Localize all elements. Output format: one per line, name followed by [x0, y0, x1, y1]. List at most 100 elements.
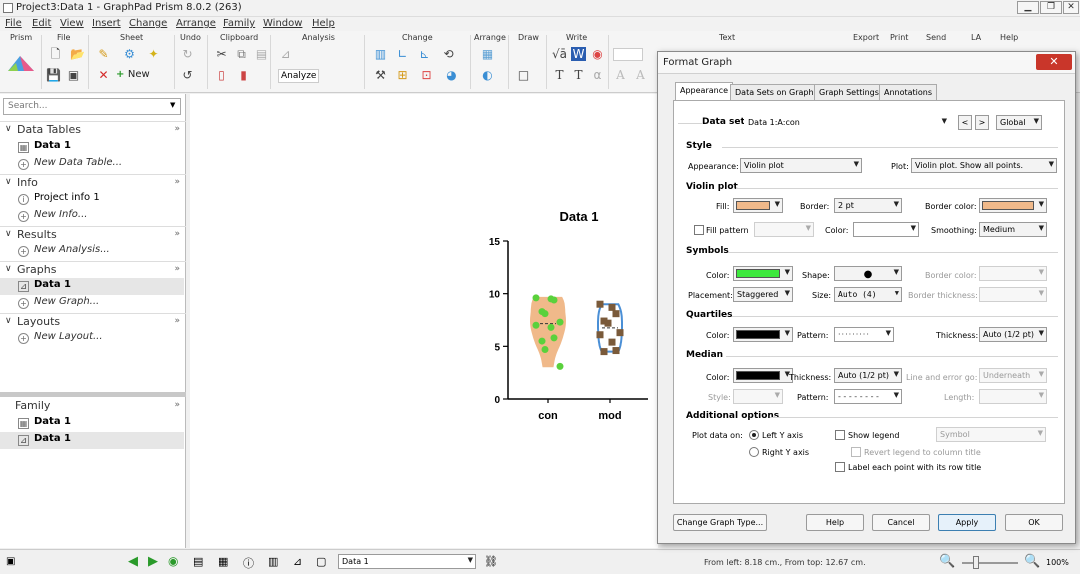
web-icon[interactable]: ◉: [590, 47, 605, 61]
revert-legend-checkbox[interactable]: [851, 447, 861, 457]
section-family[interactable]: Family »: [0, 398, 186, 415]
median-color-picker[interactable]: ▼: [733, 368, 793, 383]
paste-special-icon[interactable]: ▤: [254, 47, 269, 61]
copy-icon[interactable]: ⧉: [234, 47, 249, 61]
magic-wand-icon[interactable]: ⚒: [373, 68, 388, 82]
analysis-chart-icon[interactable]: ⊿: [278, 47, 293, 61]
scale-icon[interactable]: ⊾: [417, 47, 432, 61]
word-icon[interactable]: W: [571, 47, 586, 61]
sidebar-item-project-info[interactable]: i Project info 1: [18, 192, 100, 205]
sheet-icon[interactable]: ▣: [6, 556, 15, 567]
family-item-data-table[interactable]: ▦ Data 1: [18, 416, 71, 429]
plot-select[interactable]: Violin plot. Show all points. ▼: [911, 158, 1057, 173]
menu-view[interactable]: View: [60, 18, 84, 29]
search-input[interactable]: Search...: [3, 98, 181, 115]
undo-icon[interactable]: ↺: [180, 68, 195, 82]
maximize-button[interactable]: ❐: [1040, 1, 1062, 14]
change-graph-type-button[interactable]: Change Graph Type...: [673, 514, 767, 531]
border-thickness-select[interactable]: ▼: [979, 287, 1047, 302]
apply-button[interactable]: Apply: [938, 514, 996, 531]
quartile-pattern-select[interactable]: ········· ▼: [834, 327, 894, 342]
fill-pattern-checkbox[interactable]: [694, 225, 704, 235]
text-tool-icon[interactable]: T: [552, 68, 567, 82]
save-all-icon[interactable]: ▣: [66, 68, 81, 82]
next-dataset-button[interactable]: >: [975, 115, 989, 130]
pen-icon[interactable]: ✎: [96, 47, 111, 61]
border-select[interactable]: 2 pt ▼: [834, 198, 902, 213]
pane-splitter[interactable]: [0, 392, 186, 397]
link-icon[interactable]: ⛓: [484, 555, 498, 568]
menu-help[interactable]: Help: [312, 18, 335, 29]
sidebar-item-new-layout[interactable]: + New Layout...: [18, 331, 103, 344]
expand-icon[interactable]: »: [174, 229, 180, 239]
menu-family[interactable]: Family: [223, 18, 255, 29]
next-sheet-icon[interactable]: ▶: [148, 554, 158, 569]
median-thickness-select[interactable]: Auto (1/2 pt) ▼: [834, 368, 902, 383]
pattern-color-picker[interactable]: ▼: [853, 222, 919, 237]
label-points-checkbox[interactable]: [835, 462, 845, 472]
expand-icon[interactable]: »: [174, 400, 180, 410]
tab-appearance[interactable]: Appearance: [675, 82, 734, 100]
shape-select[interactable]: ● ▼: [834, 266, 902, 281]
format-axes-icon[interactable]: ⊞: [395, 68, 410, 82]
menu-arrange[interactable]: Arrange: [176, 18, 216, 29]
fill-color-picker[interactable]: ▼: [733, 198, 783, 213]
format-graph-icon[interactable]: ⊡: [419, 68, 434, 82]
arrange-icon[interactable]: ▦: [480, 47, 495, 61]
zoom-slider-thumb[interactable]: [973, 556, 979, 569]
close-window-button[interactable]: ✕: [1063, 1, 1079, 14]
sidebar-item-graph-data-1[interactable]: ⊿ Data 1: [18, 279, 71, 292]
placement-select[interactable]: Staggered ▼: [733, 287, 793, 302]
menu-edit[interactable]: Edit: [32, 18, 51, 29]
menu-change[interactable]: Change: [129, 18, 167, 29]
family-item-graph[interactable]: ⊿ Data 1: [18, 433, 71, 446]
save-icon[interactable]: 💾: [46, 68, 61, 82]
appearance-select[interactable]: Violin plot ▼: [740, 158, 862, 173]
tab-graph-settings[interactable]: Graph Settings: [814, 84, 884, 100]
navigator-icon[interactable]: ◉: [168, 554, 178, 568]
equation-icon[interactable]: √ā: [552, 47, 567, 61]
menu-file[interactable]: File: [5, 18, 22, 29]
open-file-icon[interactable]: 📂: [70, 47, 85, 61]
prism-logo-icon[interactable]: [6, 53, 36, 73]
tab-data-sets-on-graph[interactable]: Data Sets on Graph: [730, 84, 819, 100]
sidebar-item-data-table-1[interactable]: ▦ Data 1: [18, 140, 71, 153]
dialog-close-button[interactable]: ✕: [1036, 54, 1072, 70]
increase-font-icon[interactable]: A: [613, 68, 628, 82]
dialog-title-bar[interactable]: Format Graph ✕: [658, 52, 1075, 74]
fill-pattern-select[interactable]: ▼: [754, 222, 814, 237]
tab-annotations[interactable]: Annotations: [879, 84, 938, 100]
analyze-button[interactable]: Analyze: [278, 69, 320, 83]
median-length-select[interactable]: ▼: [979, 389, 1047, 404]
smoothing-select[interactable]: Medium ▼: [979, 222, 1047, 237]
graph-canvas[interactable]: Data 1 0 5 10 15 con mod: [190, 94, 658, 548]
new-file-icon[interactable]: 🗋: [48, 47, 63, 61]
sidebar-item-new-info[interactable]: + New Info...: [18, 209, 87, 222]
rectangle-tool-icon[interactable]: □: [516, 68, 531, 82]
sidebar-item-new-analysis[interactable]: + New Analysis...: [18, 244, 110, 257]
view-graph-icon[interactable]: ⊿: [293, 555, 302, 568]
rotate-icon[interactable]: ⟲: [441, 47, 456, 61]
align-icon[interactable]: ◐: [480, 68, 495, 82]
clipboard-icon[interactable]: ▮: [236, 68, 251, 82]
paste-icon[interactable]: ▯: [214, 68, 229, 82]
zoom-out-icon[interactable]: 🔍: [939, 554, 955, 569]
font-size-field[interactable]: [613, 48, 643, 61]
menu-window[interactable]: Window: [263, 18, 302, 29]
section-results[interactable]: ∨ Results »: [0, 226, 186, 243]
redo-icon[interactable]: ↻: [180, 47, 195, 61]
line-error-select[interactable]: Underneath ▼: [979, 368, 1047, 383]
menu-insert[interactable]: Insert: [92, 18, 121, 29]
sheet-selector[interactable]: Data 1 ▼: [338, 554, 476, 569]
cancel-button[interactable]: Cancel: [872, 514, 930, 531]
color-scheme-icon[interactable]: ◕: [444, 68, 459, 82]
median-style-select[interactable]: ▼: [733, 389, 783, 404]
view-results-icon[interactable]: ▥: [268, 555, 278, 568]
sidebar-item-new-graph[interactable]: + New Graph...: [18, 296, 99, 309]
expand-icon[interactable]: »: [174, 177, 180, 187]
section-layouts[interactable]: ∨ Layouts »: [0, 313, 186, 330]
view-table-icon[interactable]: ▤: [193, 555, 203, 568]
expand-icon[interactable]: »: [174, 316, 180, 326]
quartile-thickness-select[interactable]: Auto (1/2 pt) ▼: [979, 327, 1047, 342]
symbol-color-picker[interactable]: ▼: [733, 266, 793, 281]
